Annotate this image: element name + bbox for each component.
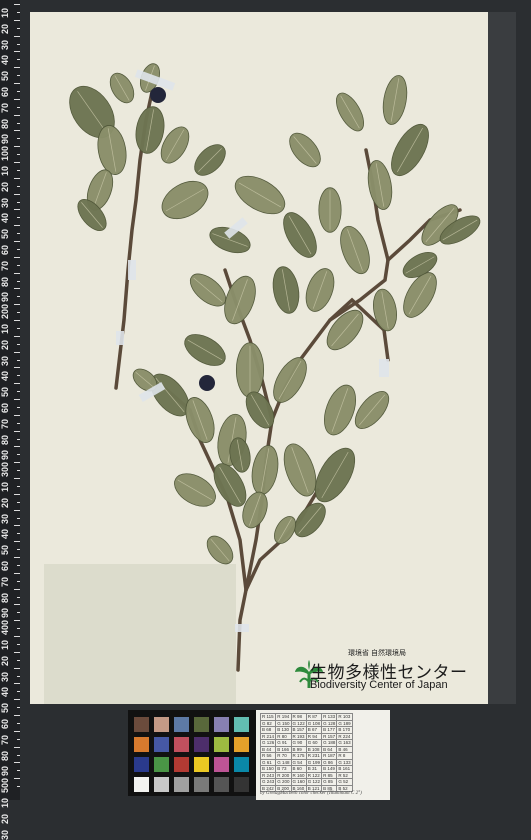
- table-cell: G 122: [290, 719, 307, 727]
- color-swatch: [234, 737, 249, 752]
- table-cell: G 150: [275, 719, 292, 727]
- berry: [199, 375, 215, 391]
- color-checker: [128, 710, 256, 796]
- table-cell: R 200: [275, 771, 292, 779]
- color-swatch: [194, 777, 209, 792]
- color-swatch: [174, 777, 189, 792]
- table-cell: B 161: [336, 765, 353, 773]
- table-cell: B 149: [321, 765, 338, 773]
- ruler-label: 20: [0, 813, 10, 824]
- table-cell: R 224: [336, 732, 353, 740]
- color-swatch: [214, 717, 229, 732]
- table-cell: B 157: [290, 726, 307, 734]
- color-swatch: [154, 777, 169, 792]
- color-reference-card: R 115 R 194 R 98 R 87 R 133 R 103 G 82 G 150 G 1…: [256, 710, 390, 800]
- table-cell: R 103: [336, 713, 353, 721]
- color-swatch: [154, 717, 169, 732]
- color-swatch: [174, 717, 189, 732]
- herbarium-photo: 10 20 30 40 50 60 70 80 90 100 10 20 30 40 50 60 70 80 90 2…: [0, 0, 531, 840]
- color-swatch: [174, 737, 189, 752]
- color-reference-table: R 115 R 194 R 98 R 87 R 133 R 103 G 82 G 150 G 1…: [259, 713, 353, 792]
- color-swatch: [154, 737, 169, 752]
- table-cell: B 166: [275, 745, 292, 753]
- table-cell: G 128: [321, 719, 338, 727]
- color-swatch: [134, 737, 149, 752]
- ministry-label: 環境省 自然環境局: [348, 650, 406, 657]
- table-cell: G 160: [290, 778, 307, 786]
- table-cell: B 170: [336, 726, 353, 734]
- table-cell: G 108: [305, 719, 323, 727]
- center-name-en: Biodiversity Center of Japan: [310, 679, 448, 691]
- color-swatch: [134, 717, 149, 732]
- table-cell: R 115: [259, 713, 277, 721]
- table-cell: G 133: [336, 758, 353, 766]
- table-cell: B 108: [305, 745, 323, 753]
- table-cell: B 150: [259, 765, 277, 773]
- table-cell: R 122: [305, 771, 323, 779]
- table-cell: G 163: [336, 739, 353, 747]
- table-cell: G 148: [275, 758, 292, 766]
- color-swatch: [134, 777, 149, 792]
- mounting-tape: [379, 359, 389, 377]
- table-cell: R 214: [259, 732, 277, 740]
- color-swatch: [234, 757, 249, 772]
- mounting-tape: [235, 624, 249, 632]
- table-cell: G 199: [305, 758, 323, 766]
- color-swatch: [154, 757, 169, 772]
- table-cell: R 231: [305, 752, 323, 760]
- color-reference-caption: by GretagMacbeth color checker (Illumina…: [260, 791, 362, 796]
- color-swatch: [214, 777, 229, 792]
- table-cell: R 243: [259, 771, 277, 779]
- color-swatch: [234, 717, 249, 732]
- table-cell: G 189: [336, 719, 353, 727]
- table-cell: G 243: [259, 778, 277, 786]
- table-cell: G 188: [321, 739, 338, 747]
- color-swatch: [234, 777, 249, 792]
- table-cell: R 160: [290, 771, 307, 779]
- color-swatch: [134, 757, 149, 772]
- table-cell: G 122: [305, 778, 323, 786]
- table-cell: R 157: [321, 732, 338, 740]
- color-swatch: [194, 737, 209, 752]
- berry: [150, 87, 166, 103]
- table-cell: R 193: [290, 732, 307, 740]
- mounting-tape: [116, 331, 124, 345]
- table-cell: R 175: [290, 752, 307, 760]
- table-cell: B 130: [275, 726, 292, 734]
- color-swatch: [194, 717, 209, 732]
- table-cell: G 200: [275, 778, 292, 786]
- mounting-tape: [128, 260, 136, 280]
- color-swatch: [194, 757, 209, 772]
- table-cell: R 194: [275, 713, 292, 721]
- table-cell: B 177: [321, 726, 338, 734]
- color-swatch: [214, 757, 229, 772]
- ruler-label: 30: [0, 829, 10, 840]
- biodiversity-center-logo: 環境省 自然環境局 生物多様性センター Biodiversity Center …: [292, 648, 488, 698]
- color-swatch: [214, 737, 229, 752]
- table-cell: R 187: [321, 752, 338, 760]
- table-cell: G 126: [259, 739, 277, 747]
- color-swatch: [174, 757, 189, 772]
- table-cell: R 133: [321, 713, 338, 721]
